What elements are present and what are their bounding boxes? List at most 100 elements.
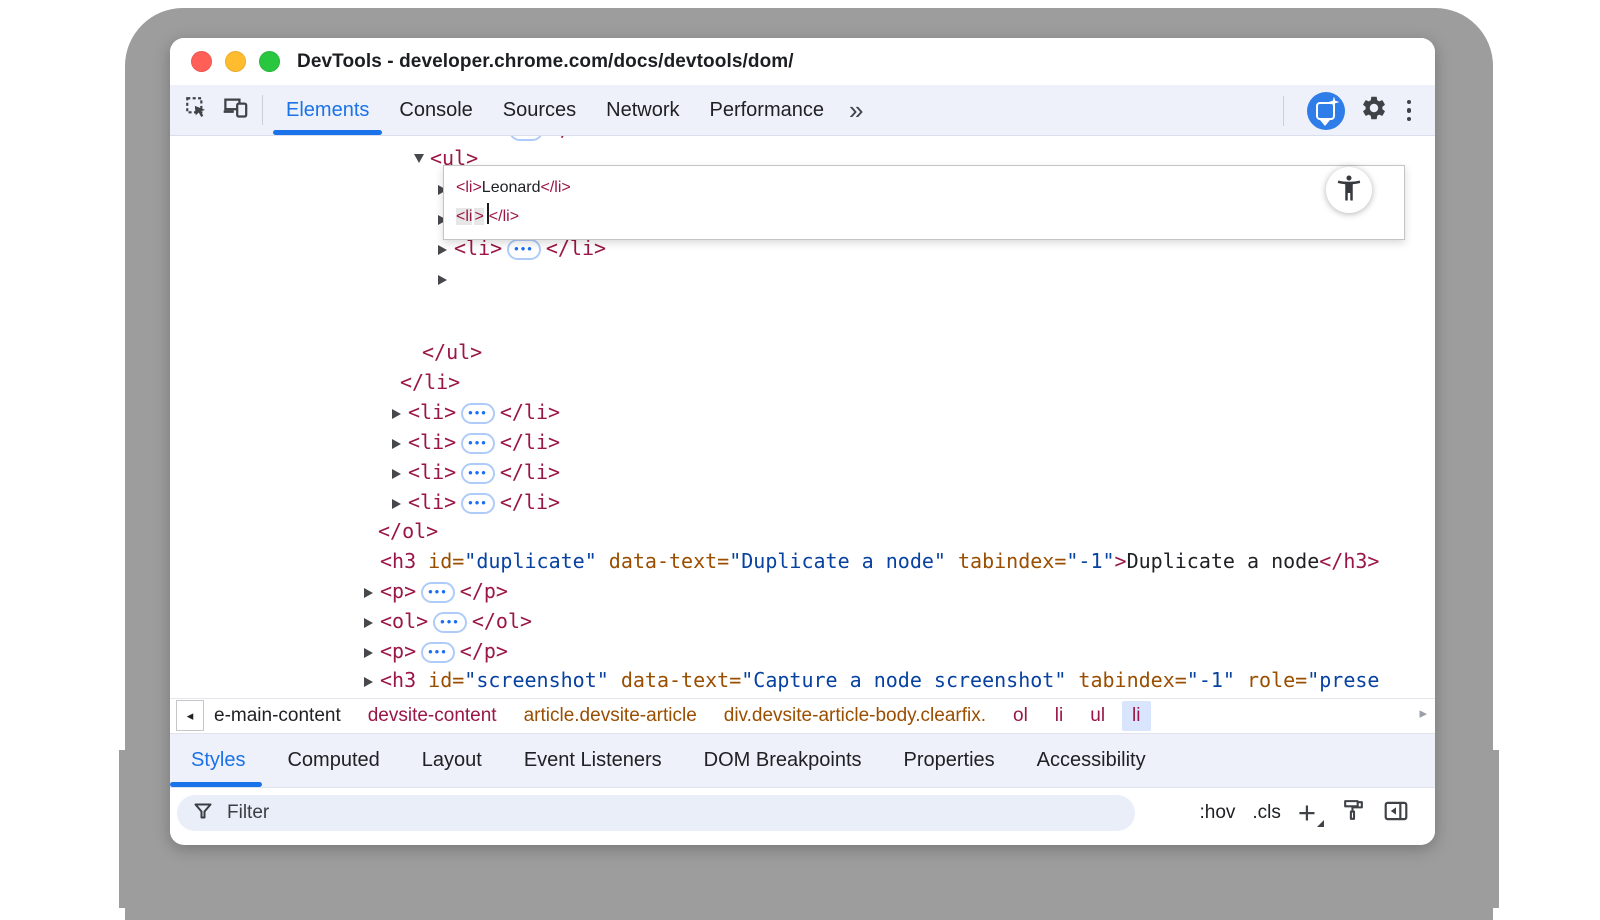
minimize-window-icon[interactable]: [225, 51, 246, 72]
token-tag: <p>: [380, 579, 416, 603]
toggle-hov[interactable]: :hov: [1199, 802, 1235, 824]
expand-right-icon[interactable]: [392, 427, 408, 457]
tab-console[interactable]: Console: [384, 85, 487, 135]
device-toolbar-button[interactable]: [216, 89, 254, 131]
close-window-icon[interactable]: [191, 51, 212, 72]
zoom-window-icon[interactable]: [259, 51, 280, 72]
content-ellipsis-badge[interactable]: •••: [461, 433, 495, 454]
window-title: DevTools - developer.chrome.com/docs/dev…: [297, 51, 794, 73]
chevron-right-icon: ▸: [1419, 705, 1427, 722]
token-hl: >: [474, 208, 483, 225]
tab-accessibility[interactable]: Accessibility: [1016, 734, 1167, 787]
edit-html-box[interactable]: <li>Leonard</li><li> </li>: [443, 165, 1405, 240]
token-val: "prese: [1307, 668, 1379, 692]
tab-performance[interactable]: Performance: [695, 85, 840, 135]
content-ellipsis-badge[interactable]: •••: [421, 642, 455, 663]
dom-tree-row[interactable]: [170, 263, 1435, 293]
gear-icon: [1360, 94, 1388, 127]
tab-properties[interactable]: Properties: [883, 734, 1016, 787]
expand-right-icon[interactable]: [364, 606, 380, 636]
breadcrumb-item[interactable]: li: [1055, 705, 1063, 727]
expand-right-icon[interactable]: [392, 397, 408, 427]
accessibility-icon: [1334, 173, 1364, 208]
content-ellipsis-badge[interactable]: •••: [421, 582, 455, 603]
token-tag: </li>: [541, 179, 571, 196]
dom-tree-row[interactable]: <p>•••</p>: [170, 576, 1435, 606]
breadcrumb-item[interactable]: article.devsite-article: [524, 705, 697, 727]
tab-computed[interactable]: Computed: [266, 734, 400, 787]
breadcrumb-item[interactable]: li: [1122, 701, 1150, 731]
breadcrumb-item[interactable]: devsite-content: [368, 705, 497, 727]
filter-field[interactable]: [177, 795, 1135, 831]
dom-tree-row[interactable]: <ol>•••</ol>: [170, 606, 1435, 636]
expand-right-icon[interactable]: [438, 263, 454, 293]
more-tabs-button[interactable]: »: [839, 86, 873, 134]
expand-right-icon[interactable]: [364, 665, 380, 695]
dom-tree-row[interactable]: <li>•••</li>: [170, 457, 1435, 487]
menu-button[interactable]: [1403, 96, 1416, 126]
breadcrumb-item[interactable]: ol: [1013, 705, 1028, 727]
settings-button[interactable]: [1360, 94, 1388, 127]
expand-down-icon[interactable]: [414, 143, 430, 173]
token-tag: </li>: [489, 208, 519, 225]
expand-right-icon[interactable]: [364, 636, 380, 666]
ai-assistant-button[interactable]: [1307, 92, 1345, 130]
styles-toolbar-buttons: :hov .cls +: [1199, 798, 1409, 829]
content-ellipsis-badge[interactable]: •••: [433, 612, 467, 633]
ai-assistant-icon: [1316, 102, 1335, 120]
tab-styles[interactable]: Styles: [170, 734, 266, 787]
filter-input[interactable]: [225, 801, 1119, 825]
paint-brush-icon: [1341, 798, 1366, 828]
breadcrumb-bar: ◂ e-main-content devsite-content article.d…: [170, 698, 1435, 733]
edit-html-line: <li>Leonard</li>: [456, 173, 1404, 202]
dom-tree-row[interactable]: <h3 id="duplicate" data-text="Duplicate …: [170, 546, 1435, 576]
content-ellipsis-badge[interactable]: •••: [509, 136, 543, 141]
inspect-icon: [184, 95, 210, 126]
device-toolbar-icon: [222, 94, 249, 126]
tab-layout[interactable]: Layout: [401, 734, 503, 787]
kebab-menu-icon: [1407, 100, 1412, 105]
toolbar-divider: [262, 95, 263, 125]
dom-tree-row[interactable]: <li>•••</li>: [170, 427, 1435, 457]
token-tag: <ol>: [380, 609, 428, 633]
dom-tree-row[interactable]: <h3 id="screenshot" data-text="Capture a…: [170, 665, 1435, 695]
rendering-emulation-button[interactable]: [1341, 798, 1366, 828]
inspect-element-button[interactable]: [178, 89, 216, 131]
token-attr: id=: [416, 668, 464, 692]
toggle-cls[interactable]: .cls: [1252, 802, 1281, 824]
dom-tree-row[interactable]: <li>•••</li>: [170, 487, 1435, 517]
dom-tree-row[interactable]: </ul>: [170, 337, 1435, 367]
token-tag: </p>: [460, 579, 508, 603]
expand-right-icon[interactable]: [392, 457, 408, 487]
content-ellipsis-badge[interactable]: •••: [507, 239, 541, 260]
tab-elements[interactable]: Elements: [271, 85, 384, 135]
content-ellipsis-badge[interactable]: •••: [461, 493, 495, 514]
expand-right-icon[interactable]: [364, 576, 380, 606]
tab-sources[interactable]: Sources: [488, 85, 591, 135]
token-tag: <li>: [456, 179, 482, 196]
content-ellipsis-badge[interactable]: •••: [461, 403, 495, 424]
breadcrumb-item[interactable]: e-main-content: [214, 705, 341, 727]
breadcrumb-scroll-right-button[interactable]: ▸: [1419, 704, 1427, 722]
tab-event-listeners[interactable]: Event Listeners: [503, 734, 683, 787]
tab-network[interactable]: Network: [591, 85, 694, 135]
dom-tree-row[interactable]: <li>•••</li>: [170, 397, 1435, 427]
content-ellipsis-badge[interactable]: •••: [461, 463, 495, 484]
breadcrumb-item[interactable]: div.devsite-article-body.clearfix.: [724, 705, 986, 727]
traffic-lights: [191, 51, 280, 72]
token-text: Leonard: [482, 179, 541, 196]
expand-right-icon[interactable]: [392, 487, 408, 517]
accessibility-fab[interactable]: [1326, 167, 1372, 213]
dom-tree-row[interactable]: <p>•••</p>: [170, 636, 1435, 666]
new-style-rule-button[interactable]: +: [1298, 798, 1324, 828]
token-val: "Capture a node screenshot": [741, 668, 1066, 692]
token-tag: <li>: [408, 430, 456, 454]
toggle-sidebar-button[interactable]: [1383, 798, 1409, 829]
tab-dom-breakpoints[interactable]: DOM Breakpoints: [683, 734, 883, 787]
token-val: "Duplicate a node": [729, 549, 946, 573]
dom-tree-row[interactable]: </ol>: [170, 516, 1435, 546]
breadcrumb-item[interactable]: ul: [1090, 705, 1105, 727]
dom-tree-row[interactable]: </li>: [170, 367, 1435, 397]
breadcrumb-scroll-left-button[interactable]: ◂: [176, 700, 204, 731]
token-tag: <h3: [380, 668, 416, 692]
